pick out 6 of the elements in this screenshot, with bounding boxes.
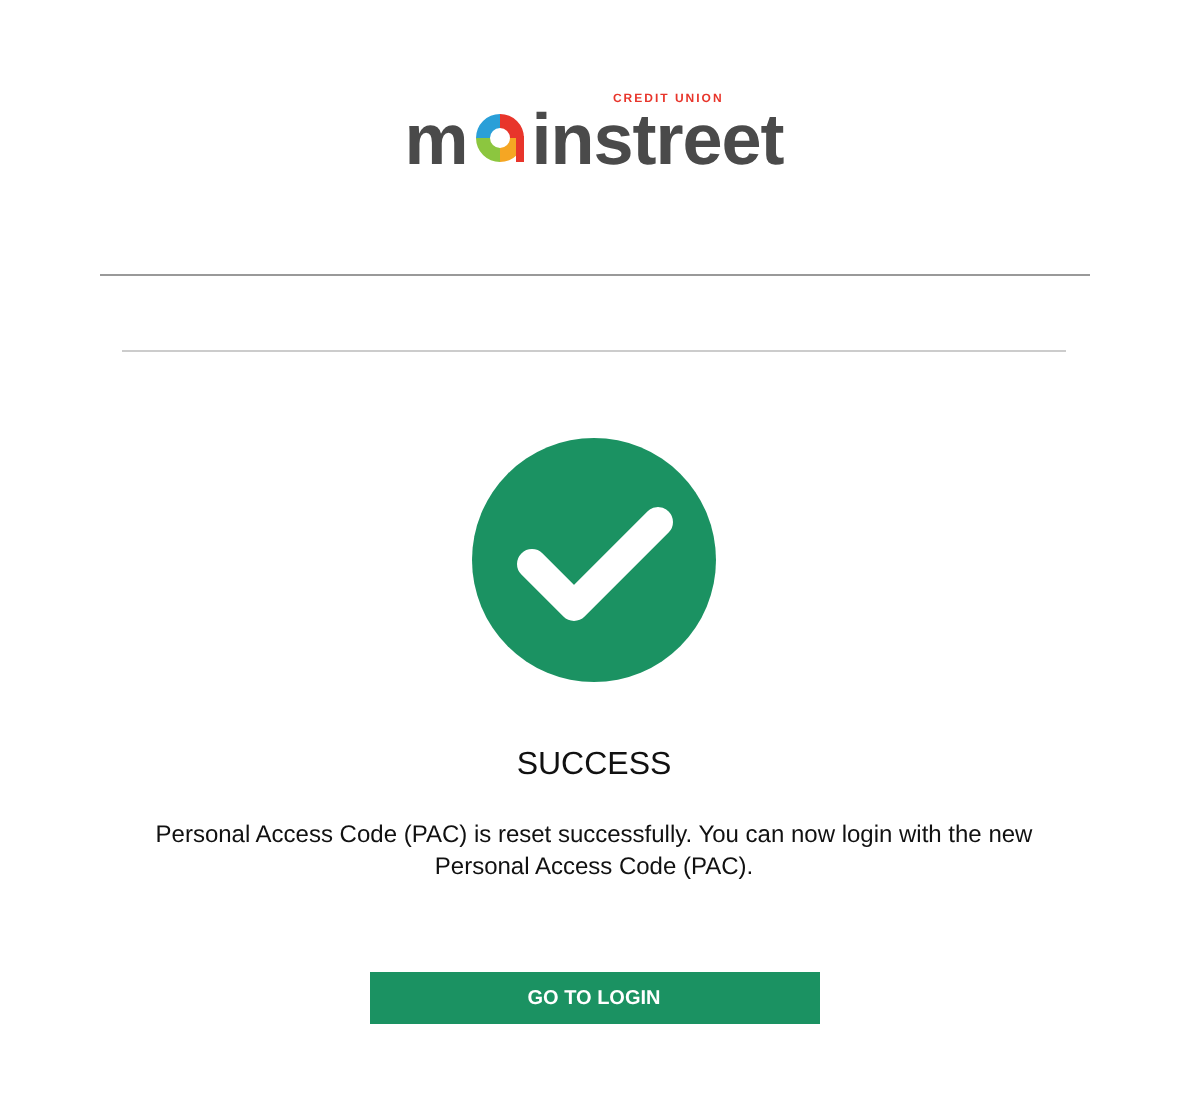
status-message: Personal Access Code (PAC) is reset successfully. You can now login with the new Personal Access Code (PAC).	[153, 818, 1035, 882]
logo-wordmark-start: m	[404, 110, 468, 170]
go-to-login-button[interactable]: GO TO LOGIN	[369, 972, 819, 1024]
status-title: SUCCESS	[516, 748, 672, 784]
checkmark-icon	[472, 438, 716, 682]
logo-wordmark-end: instreet	[531, 110, 784, 170]
